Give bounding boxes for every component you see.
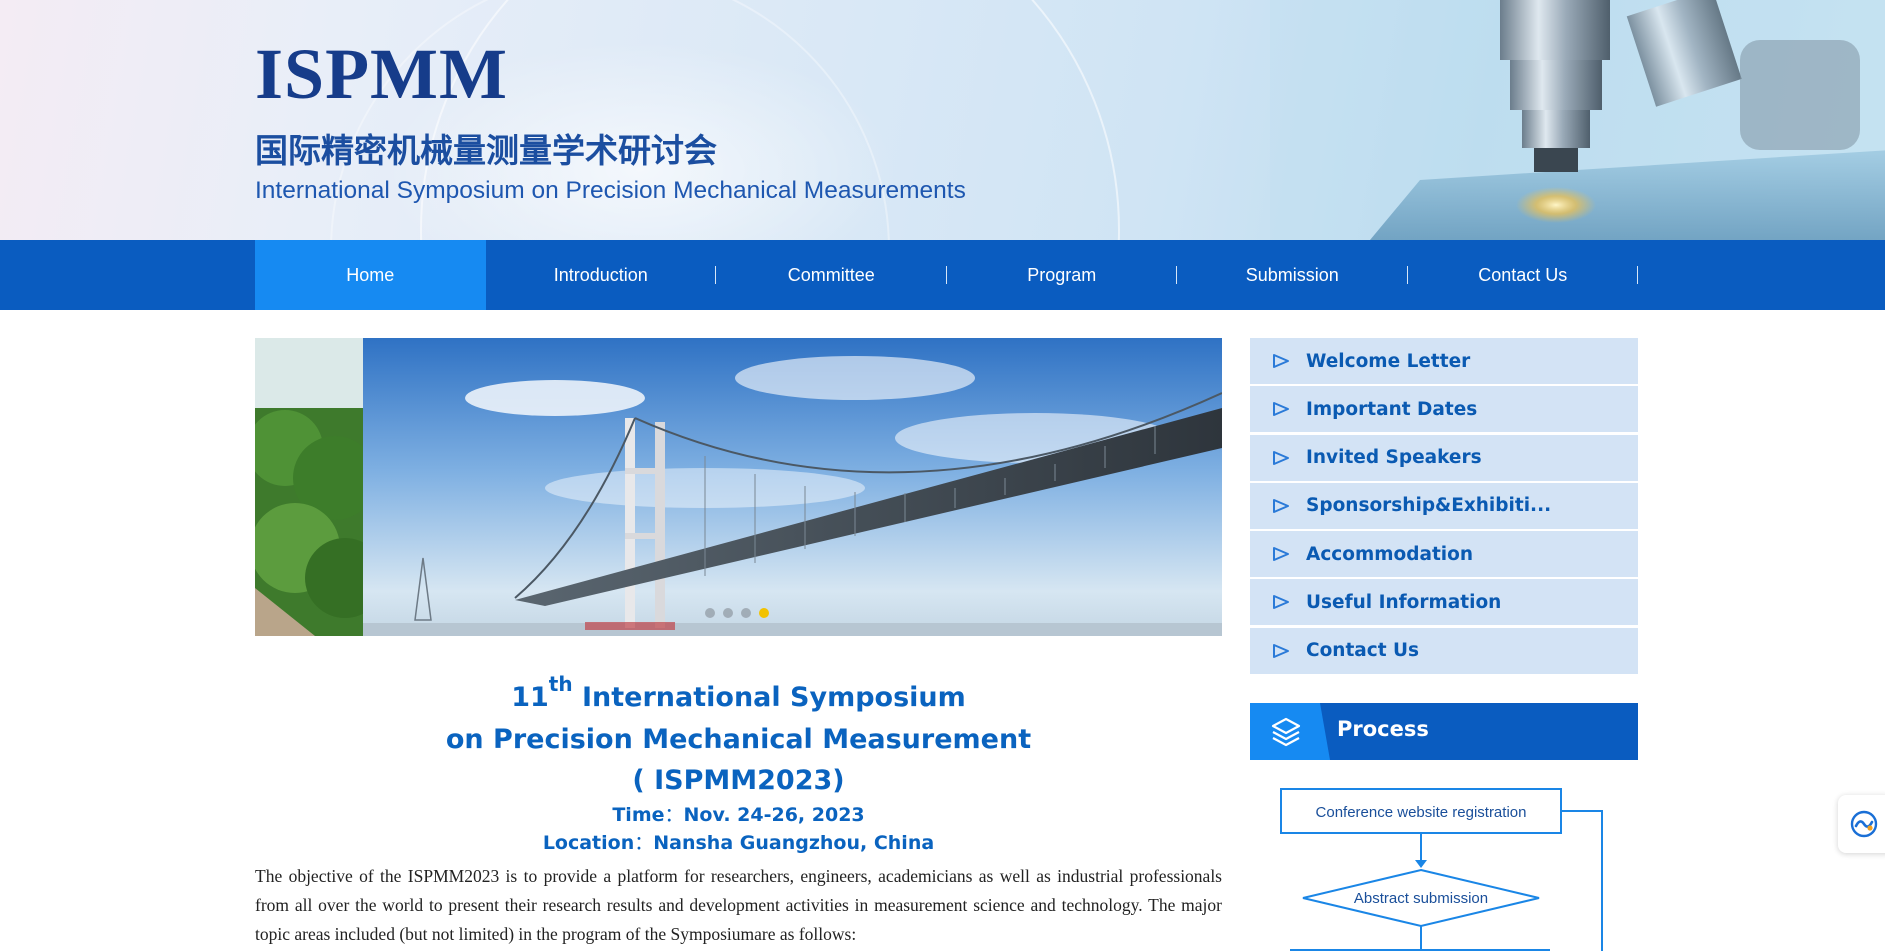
triangle-arrow-icon [1273, 498, 1289, 513]
sidebar-item-label: Welcome Letter [1306, 350, 1471, 372]
slider-dot[interactable] [741, 608, 751, 618]
assistant-logo-icon [1850, 810, 1878, 838]
triangle-arrow-icon [1273, 595, 1289, 610]
label-separator: ： [634, 832, 654, 854]
event-time: Time：Nov. 24-26, 2023 [255, 802, 1222, 828]
process-header-tab [1250, 703, 1330, 760]
triangle-arrow-icon [1273, 643, 1289, 658]
sidebar-item-invited-speakers[interactable]: Invited Speakers [1250, 434, 1638, 481]
symposium-title-line3: ( ISPMM2023) [632, 765, 845, 796]
microscope-image [1270, 0, 1885, 240]
site-title-chinese: 国际精密机械量测量学术研讨会 [255, 131, 717, 170]
triangle-arrow-icon [1273, 547, 1289, 562]
location-label: Location [542, 832, 635, 854]
time-label: Time [612, 804, 665, 826]
nav-item-label: Program [1027, 264, 1097, 285]
slider-dot[interactable] [705, 608, 715, 618]
slider-dots [705, 608, 769, 618]
event-location: Location：Nansha Guangzhou, China [255, 830, 1222, 856]
symposium-title-line2: on Precision Mechanical Measurement [445, 724, 1032, 755]
sidebar-item-contact-us[interactable]: Contact Us [1250, 627, 1638, 674]
time-value: Nov. 24-26, 2023 [683, 804, 865, 826]
nav-item-label: Contact Us [1478, 264, 1568, 285]
logo[interactable]: ISPMM [255, 38, 508, 110]
slider-dot-active[interactable] [759, 608, 769, 618]
main-nav: Home Introduction Committee Program Subm… [0, 240, 1885, 310]
title-ordinal-suffix: th [548, 672, 573, 696]
sidebar-item-important-dates[interactable]: Important Dates [1250, 386, 1638, 433]
site-title-english: International Symposium on Precision Mec… [255, 177, 966, 204]
nav-item-label: Committee [787, 264, 875, 285]
nav-item-contact-us[interactable]: Contact Us [1408, 240, 1638, 310]
triangle-arrow-icon [1273, 402, 1289, 417]
triangle-arrow-icon [1273, 354, 1289, 368]
title-ordinal-number: 11 [511, 682, 549, 713]
nav-item-label: Submission [1245, 264, 1339, 285]
sidebar-item-label: Contact Us [1306, 640, 1420, 662]
process-header: Process [1250, 703, 1638, 760]
sidebar-item-useful-information[interactable]: Useful Information [1250, 579, 1638, 626]
slider-dot[interactable] [723, 608, 733, 618]
image-slider[interactable] [255, 338, 1222, 636]
triangle-arrow-icon [1273, 450, 1289, 465]
header-banner: ISPMM 国际精密机械量测量学术研讨会 International Sympo… [0, 0, 1885, 240]
sidebar-item-accommodation[interactable]: Accommodation [1250, 531, 1638, 578]
process-title: Process [1337, 717, 1429, 741]
label-separator: ： [664, 804, 684, 826]
sidebar-item-welcome-letter[interactable]: Welcome Letter [1250, 338, 1638, 384]
sidebar-item-label: Useful Information [1306, 591, 1502, 613]
nav-item-committee[interactable]: Committee [716, 240, 947, 310]
nav-item-home[interactable]: Home [255, 240, 486, 310]
nav-separator [1637, 266, 1638, 284]
layers-icon [1271, 717, 1301, 747]
location-value: Nansha Guangzhou, China [653, 832, 935, 854]
floating-assistant-widget[interactable] [1838, 795, 1885, 853]
slide-image-bridge [255, 338, 1222, 636]
nav-item-introduction[interactable]: Introduction [486, 240, 716, 310]
nav-item-label: Introduction [553, 264, 648, 285]
nav-item-label: Home [346, 264, 395, 285]
sidebar-menu: Welcome Letter Important Dates Invited S… [1250, 338, 1638, 676]
nav-item-submission[interactable]: Submission [1177, 240, 1408, 310]
sidebar-item-sponsorship[interactable]: Sponsorship&Exhibiti... [1250, 482, 1638, 529]
symposium-title-line1: 11th International Symposium [255, 674, 1222, 718]
flow-arrowhead [1415, 860, 1427, 868]
symposium-description: The objective of the ISPMM2023 is to pro… [255, 866, 1222, 944]
flow-step-registration: Conference website registration [1316, 804, 1527, 821]
sidebar-item-label: Sponsorship&Exhibiti... [1306, 495, 1552, 517]
flow-step-abstract: Abstract submission [1354, 890, 1488, 907]
sidebar-item-label: Invited Speakers [1306, 447, 1482, 469]
title-text: International Symposium [572, 682, 966, 713]
nav-item-program[interactable]: Program [947, 240, 1177, 310]
sidebar-item-label: Important Dates [1306, 398, 1478, 420]
sidebar-item-label: Accommodation [1306, 543, 1474, 565]
process-flowchart: Conference website registration Abstract… [1280, 788, 1603, 951]
flow-side-connector [1561, 810, 1603, 951]
